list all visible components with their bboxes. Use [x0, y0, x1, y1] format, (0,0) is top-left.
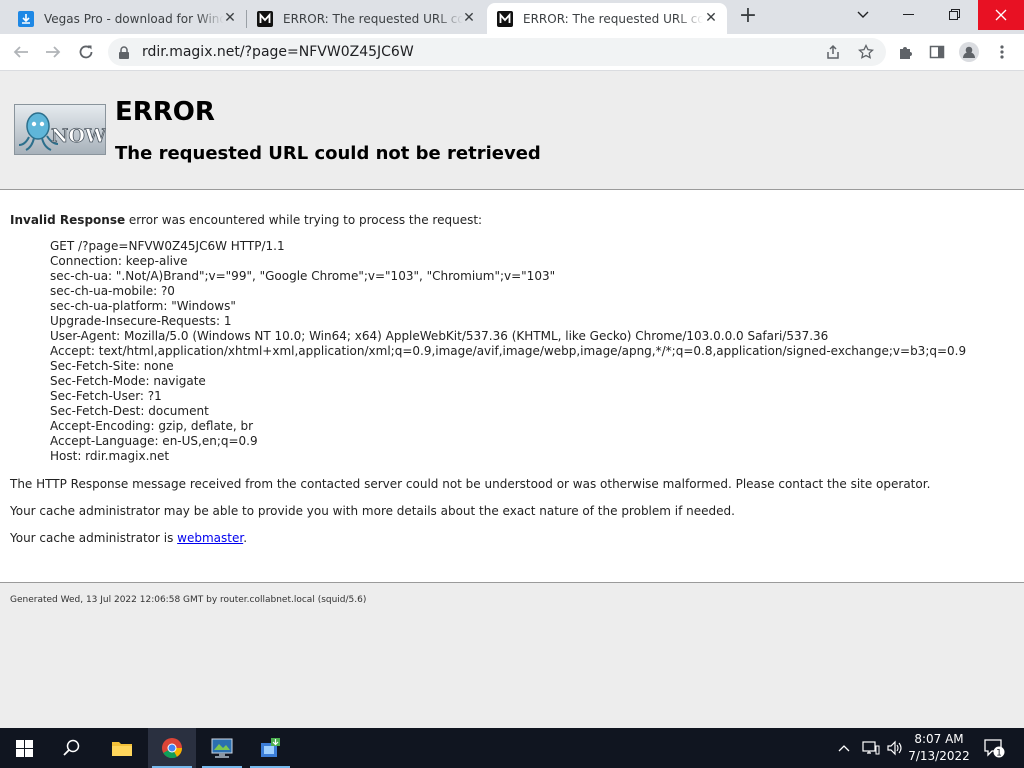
request-line: sec-ch-ua-mobile: ?0: [50, 284, 175, 298]
cache-admin-suffix: .: [243, 531, 248, 545]
app-window-icon[interactable]: [198, 728, 246, 768]
search-icon[interactable]: [48, 728, 96, 768]
request-line: Sec-Fetch-User: ?1: [50, 389, 162, 403]
chrome-icon[interactable]: [148, 728, 196, 768]
close-tab-icon[interactable]: ✕: [462, 11, 476, 25]
share-icon[interactable]: [820, 39, 846, 65]
tab-error-active[interactable]: ERROR: The requested URL could not be re…: [487, 3, 727, 34]
generated-by-text: Generated Wed, 13 Jul 2022 12:06:58 GMT …: [10, 595, 367, 605]
error-type: Invalid Response: [10, 213, 126, 227]
taskbar-clock[interactable]: 8:07 AM 7/13/2022: [908, 731, 970, 765]
new-tab-icon[interactable]: +: [737, 5, 759, 28]
notification-count: 1: [996, 749, 1002, 759]
tab-search-chevron-down-icon[interactable]: [840, 0, 886, 30]
request-line: Accept-Encoding: gzip, deflate, br: [50, 419, 254, 433]
page-footer: Generated Wed, 13 Jul 2022 12:06:58 GMT …: [0, 582, 1024, 729]
tab-vegas-pro[interactable]: Vegas Pro - download for Windows ✕: [8, 3, 246, 34]
tab-title: ERROR: The requested URL could not be re…: [523, 11, 703, 26]
request-block: GET /?page=NFVW0Z45JC6W HTTP/1.1 Connect…: [50, 239, 966, 464]
close-window-icon[interactable]: [978, 0, 1024, 30]
request-line: Upgrade-Insecure-Requests: 1: [50, 314, 232, 328]
request-line: Accept-Language: en-US,en;q=0.9: [50, 434, 258, 448]
error-header: NOW ERROR The requested URL could not be…: [0, 71, 1024, 190]
request-line: Host: rdir.magix.net: [50, 449, 170, 463]
forward-arrow-icon[interactable]: [40, 39, 66, 65]
notifications-icon[interactable]: 1: [983, 728, 1005, 768]
request-line: GET /?page=NFVW0Z45JC6W HTTP/1.1: [50, 239, 285, 253]
reload-icon[interactable]: [73, 39, 99, 65]
error-intro: Invalid Response error was encountered w…: [10, 213, 482, 227]
bookmark-star-icon[interactable]: [853, 39, 879, 65]
extensions-puzzle-icon[interactable]: [893, 39, 919, 65]
tab-strip: Vegas Pro - download for Windows ✕ ERROR…: [0, 0, 1024, 34]
download-site-favicon-icon: [18, 10, 34, 27]
request-line: sec-ch-ua-platform: "Windows": [50, 299, 236, 313]
tab-error-1[interactable]: ERROR: The requested URL could not be re…: [247, 3, 485, 34]
cache-admin-contact: Your cache administrator is webmaster.: [10, 531, 247, 545]
page-subtitle: The requested URL could not be retrieved: [115, 143, 541, 164]
file-explorer-folder-icon[interactable]: [98, 728, 146, 768]
request-line: sec-ch-ua: ".Not/A)Brand";v="99", "Googl…: [50, 269, 556, 283]
cache-admin-details-text: Your cache administrator may be able to …: [10, 504, 735, 518]
restore-icon[interactable]: [932, 0, 978, 30]
webmaster-link[interactable]: webmaster: [177, 531, 243, 545]
squid-logo: NOW: [14, 104, 107, 155]
network-icon[interactable]: [862, 728, 880, 768]
error-intro-text: error was encountered while trying to pr…: [125, 213, 483, 227]
magix-favicon-icon: [497, 10, 513, 27]
taskbar: 8:07 AM 7/13/2022 1: [0, 728, 1024, 768]
minimize-icon[interactable]: [886, 0, 932, 30]
address-bar[interactable]: rdir.magix.net/?page=NFVW0Z45JC6W: [108, 38, 886, 66]
profile-avatar-icon[interactable]: [956, 39, 982, 65]
page-title: ERROR: [115, 97, 215, 127]
clock-date: 7/13/2022: [908, 749, 970, 763]
tab-title: ERROR: The requested URL could not be re…: [283, 11, 463, 26]
request-line: Sec-Fetch-Site: none: [50, 359, 174, 373]
request-line: User-Agent: Mozilla/5.0 (Windows NT 10.0…: [50, 329, 829, 343]
show-hidden-icons-chevron-up-icon[interactable]: [838, 728, 850, 768]
logo-text: NOW: [51, 125, 106, 147]
installer-app-icon[interactable]: [246, 728, 294, 768]
page-content: NOW ERROR The requested URL could not be…: [0, 71, 1024, 729]
request-line: Sec-Fetch-Dest: document: [50, 404, 209, 418]
cache-admin-prefix: Your cache administrator is: [10, 531, 178, 545]
browser-toolbar: rdir.magix.net/?page=NFVW0Z45JC6W: [0, 34, 1024, 71]
request-line: Accept: text/html,application/xhtml+xml,…: [50, 344, 967, 358]
malformed-response-text: The HTTP Response message received from …: [10, 477, 931, 491]
close-tab-icon[interactable]: ✕: [223, 11, 237, 25]
volume-icon[interactable]: [886, 728, 904, 768]
menu-kebab-icon[interactable]: [989, 39, 1015, 65]
url-text: rdir.magix.net/?page=NFVW0Z45JC6W: [142, 44, 414, 60]
magix-favicon-icon: [257, 10, 273, 27]
request-line: Sec-Fetch-Mode: navigate: [50, 374, 206, 388]
request-line: Connection: keep-alive: [50, 254, 188, 268]
tab-title: Vegas Pro - download for Windows: [44, 11, 224, 26]
close-tab-icon[interactable]: ✕: [704, 11, 718, 25]
lock-icon[interactable]: [118, 45, 130, 64]
side-panel-icon[interactable]: [924, 39, 950, 65]
clock-time: 8:07 AM: [914, 732, 964, 746]
back-arrow-icon[interactable]: [8, 39, 34, 65]
start-windows-icon[interactable]: [0, 728, 48, 768]
